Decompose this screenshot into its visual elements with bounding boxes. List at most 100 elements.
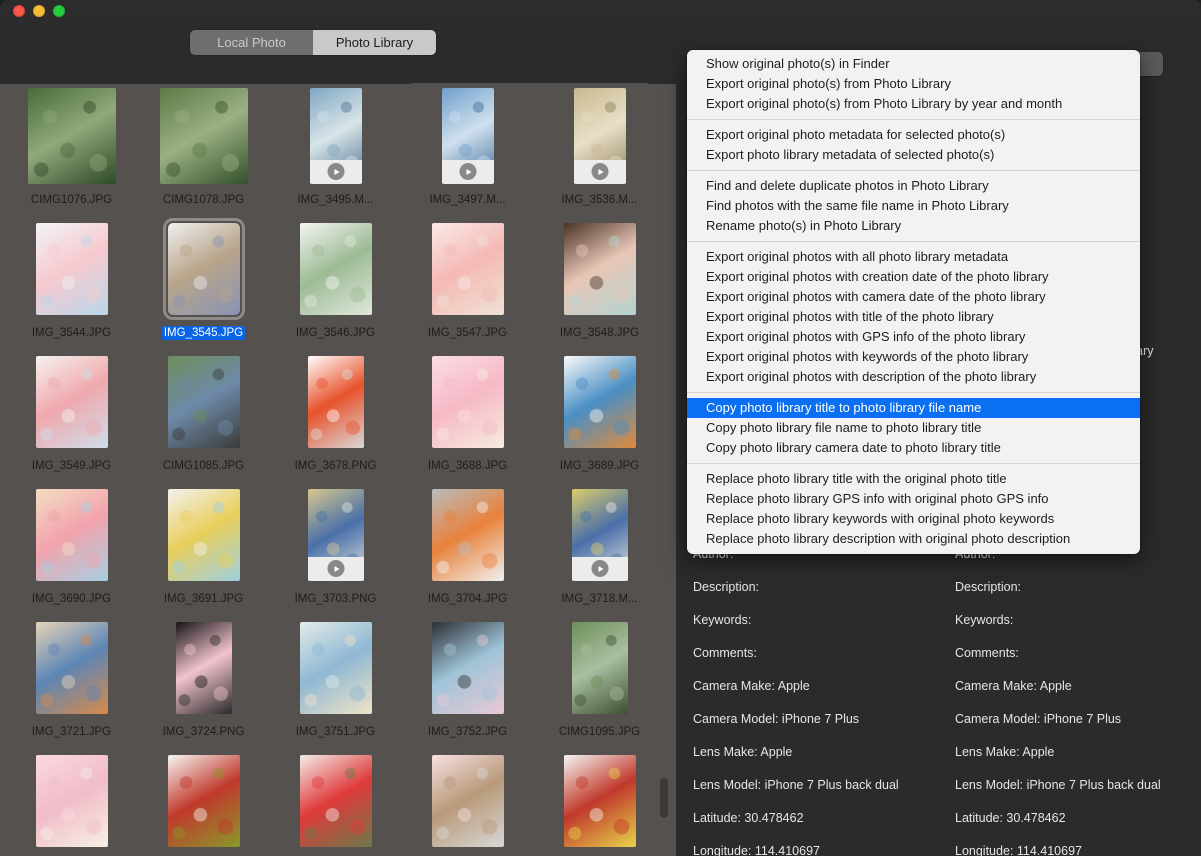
menu-item[interactable]: Export original photo metadata for selec… — [687, 125, 1140, 145]
menu-item[interactable]: Replace photo library description with o… — [687, 529, 1140, 549]
photo-thumbnail[interactable] — [35, 755, 108, 847]
photo-thumbnail[interactable] — [299, 755, 372, 847]
photo-cell[interactable]: IMG_3703.PNG — [275, 473, 396, 606]
photo-cell[interactable]: IMG_3724.PNG — [143, 606, 264, 739]
photo-grid-scrollbar[interactable] — [660, 778, 668, 818]
photo-filename-label[interactable]: IMG_3724.PNG — [161, 725, 247, 739]
photo-cell[interactable]: IMG_3545.JPG — [143, 207, 264, 340]
close-window-button[interactable] — [13, 5, 25, 17]
photo-thumbnail[interactable] — [35, 622, 108, 714]
menu-item[interactable]: Export original photo(s) from Photo Libr… — [687, 94, 1140, 114]
photo-thumbnail[interactable] — [563, 755, 636, 847]
photo-filename-label[interactable]: IMG_3548.JPG — [558, 326, 641, 340]
photo-cell[interactable]: CIMG1095.JPG — [539, 606, 660, 739]
menu-item[interactable]: Replace photo library GPS info with orig… — [687, 489, 1140, 509]
menu-item[interactable]: Export original photos with keywords of … — [687, 347, 1140, 367]
photo-cell[interactable]: IMG_3689.JPG — [539, 340, 660, 473]
menu-item[interactable]: Rename photo(s) in Photo Library — [687, 216, 1140, 236]
photo-cell[interactable]: IMG_3678.PNG — [275, 340, 396, 473]
menu-item[interactable]: Replace photo library keywords with orig… — [687, 509, 1140, 529]
photo-thumbnail[interactable] — [162, 218, 245, 320]
photo-cell[interactable]: IMG_3495.M... — [275, 84, 396, 207]
menu-item[interactable]: Export original photos with camera date … — [687, 287, 1140, 307]
photo-filename-label[interactable]: IMG_3721.JPG — [30, 725, 113, 739]
photo-cell[interactable]: IMG_3751.JPG — [275, 606, 396, 739]
photo-cell[interactable]: CIMG1076.JPG — [11, 84, 132, 207]
photo-thumbnail[interactable] — [167, 356, 240, 448]
menu-item[interactable]: Export original photos with GPS info of … — [687, 327, 1140, 347]
photo-filename-label[interactable]: IMG_3691.JPG — [162, 592, 245, 606]
photo-cell[interactable]: IMG_3497.M... — [407, 84, 528, 207]
photo-thumbnail[interactable] — [563, 223, 636, 315]
photo-cell[interactable]: IMG_3536.M... — [539, 84, 660, 207]
photo-thumbnail[interactable] — [431, 356, 504, 448]
photo-cell[interactable]: IMG_3546.JPG — [275, 207, 396, 340]
photo-cell[interactable]: IMG_3549.JPG — [11, 340, 132, 473]
photo-thumbnail[interactable] — [309, 88, 362, 184]
menu-item[interactable]: Find and delete duplicate photos in Phot… — [687, 176, 1140, 196]
photo-cell[interactable]: IMG_3704.JPG — [407, 473, 528, 606]
photo-cell[interactable]: IMG_3756.JPG — [143, 739, 264, 856]
photo-cell[interactable]: IMG_3721.JPG — [11, 606, 132, 739]
photo-filename-label[interactable]: IMG_3752.JPG — [426, 725, 509, 739]
photo-filename-label[interactable]: IMG_3549.JPG — [30, 459, 113, 473]
photo-cell[interactable]: IMG_3752.JPG — [407, 606, 528, 739]
photo-cell[interactable]: IMG_3757.JPG — [275, 739, 396, 856]
photo-cell[interactable]: IMG_3755.JPG — [11, 739, 132, 856]
photo-thumbnail[interactable] — [299, 223, 372, 315]
photo-cell[interactable]: IMG_3688.JPG — [407, 340, 528, 473]
source-segmented-control[interactable]: Local Photo Photo Library — [190, 30, 436, 55]
photo-filename-label[interactable]: IMG_3544.JPG — [30, 326, 113, 340]
photo-thumbnail[interactable] — [159, 88, 248, 184]
menu-item[interactable]: Export original photos with creation dat… — [687, 267, 1140, 287]
photo-filename-label[interactable]: IMG_3718.M... — [559, 592, 639, 606]
play-icon[interactable] — [591, 163, 608, 180]
photo-cell[interactable]: IMG_3758.JPG — [407, 739, 528, 856]
play-icon[interactable] — [327, 560, 344, 577]
tab-local-photo[interactable]: Local Photo — [190, 30, 313, 55]
photo-filename-label[interactable]: CIMG1076.JPG — [29, 193, 114, 207]
photo-cell[interactable]: CIMG1078.JPG — [143, 84, 264, 207]
play-icon[interactable] — [327, 163, 344, 180]
photo-filename-label[interactable]: IMG_3497.M... — [427, 193, 507, 207]
photo-cell[interactable]: IMG_3691.JPG — [143, 473, 264, 606]
menu-item[interactable]: Copy photo library camera date to photo … — [687, 438, 1140, 458]
menu-item[interactable]: Copy photo library title to photo librar… — [687, 398, 1140, 418]
quick-action-menu[interactable]: Show original photo(s) in Finder Export o… — [687, 50, 1140, 554]
photo-cell[interactable]: IMG_3718.M... — [539, 473, 660, 606]
photo-filename-label[interactable]: CIMG1095.JPG — [557, 725, 642, 739]
menu-item[interactable]: Export photo library metadata of selecte… — [687, 145, 1140, 165]
photo-filename-label[interactable]: IMG_3545.JPG — [161, 326, 246, 340]
photo-filename-label[interactable]: IMG_3678.PNG — [293, 459, 379, 473]
photo-filename-label[interactable]: IMG_3688.JPG — [426, 459, 509, 473]
photo-filename-label[interactable]: IMG_3689.JPG — [558, 459, 641, 473]
photo-filename-label[interactable]: CIMG1078.JPG — [161, 193, 246, 207]
photo-filename-label[interactable]: IMG_3495.M... — [295, 193, 375, 207]
photo-thumbnail[interactable] — [571, 622, 628, 714]
menu-item[interactable]: Replace photo library title with the ori… — [687, 469, 1140, 489]
menu-item[interactable]: Copy photo library file name to photo li… — [687, 418, 1140, 438]
menu-item[interactable]: Find photos with the same file name in P… — [687, 196, 1140, 216]
photo-thumbnail[interactable] — [35, 223, 108, 315]
menu-item[interactable]: Export original photos with all photo li… — [687, 247, 1140, 267]
photo-thumbnail[interactable] — [299, 622, 372, 714]
photo-thumbnail[interactable] — [307, 489, 364, 581]
photo-cell[interactable]: CIMG1085.JPG — [143, 340, 264, 473]
photo-cell[interactable]: IMG_3544.JPG — [11, 207, 132, 340]
photo-filename-label[interactable]: IMG_3547.JPG — [426, 326, 509, 340]
photo-cell[interactable]: IMG_3690.JPG — [11, 473, 132, 606]
photo-thumbnail[interactable] — [307, 356, 364, 448]
photo-thumbnail[interactable] — [431, 622, 504, 714]
photo-thumbnail[interactable] — [431, 223, 504, 315]
photo-thumbnail[interactable] — [571, 489, 628, 581]
photo-filename-label[interactable]: CIMG1085.JPG — [161, 459, 246, 473]
photo-filename-label[interactable]: IMG_3536.M... — [559, 193, 639, 207]
photo-filename-label[interactable]: IMG_3704.JPG — [426, 592, 509, 606]
menu-item[interactable]: Export original photos with description … — [687, 367, 1140, 387]
photo-thumbnail[interactable] — [167, 489, 240, 581]
photo-thumbnail[interactable] — [35, 356, 108, 448]
photo-thumbnail[interactable] — [431, 489, 504, 581]
menu-item[interactable]: Export original photos with title of the… — [687, 307, 1140, 327]
photo-thumbnail[interactable] — [441, 88, 494, 184]
zoom-window-button[interactable] — [53, 5, 65, 17]
